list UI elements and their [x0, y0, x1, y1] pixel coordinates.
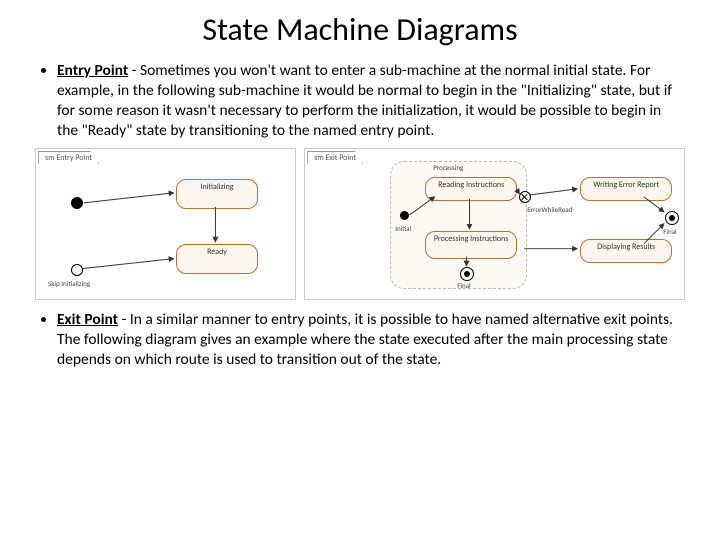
- label-initial: Initial: [395, 224, 411, 233]
- text-entry: - Sometimes you won't want to enter a su…: [57, 61, 672, 140]
- state-ready: Ready: [176, 244, 258, 274]
- initial-state-icon: [400, 211, 409, 220]
- state-displaying: Displaying Results: [580, 239, 672, 263]
- diagram-exit-point: sm Exit Point Processing Initial Reading…: [304, 148, 685, 300]
- panel-tab: sm Exit Point: [307, 151, 363, 164]
- final-state-icon: [665, 211, 679, 225]
- bullet-exit: Exit Point - In a similar manner to entr…: [57, 310, 685, 370]
- entry-point-icon: [71, 264, 83, 276]
- panel-tab: sm Entry Point: [38, 151, 99, 164]
- diagram-row: sm Entry Point Initializing Ready Skip I…: [35, 148, 685, 300]
- label-error: ErrorWhileRead: [527, 205, 577, 214]
- term-entry: Entry Point: [57, 61, 128, 80]
- state-proc-instr: Processing Instructions: [425, 231, 517, 259]
- state-reading: Reading Instructions: [425, 177, 517, 201]
- bullet-entry: Entry Point - Sometimes you won't want t…: [57, 61, 685, 142]
- label-final: Final: [457, 281, 470, 290]
- term-exit: Exit Point: [57, 310, 118, 329]
- initial-state-icon: [71, 197, 83, 209]
- exit-point-icon: [519, 191, 531, 203]
- label-final-r: Final: [663, 227, 676, 236]
- page-title: State Machine Diagrams: [35, 10, 685, 49]
- diagram-entry-point: sm Entry Point Initializing Ready Skip I…: [35, 148, 296, 300]
- state-initializing: Initializing: [176, 179, 258, 209]
- label-skip: Skip Initializing: [48, 279, 90, 288]
- label-processing: Processing: [433, 163, 463, 172]
- text-exit: - In a similar manner to entry points, i…: [57, 310, 673, 369]
- state-writing: Writing Error Report: [580, 177, 672, 201]
- final-state-icon: [460, 267, 474, 281]
